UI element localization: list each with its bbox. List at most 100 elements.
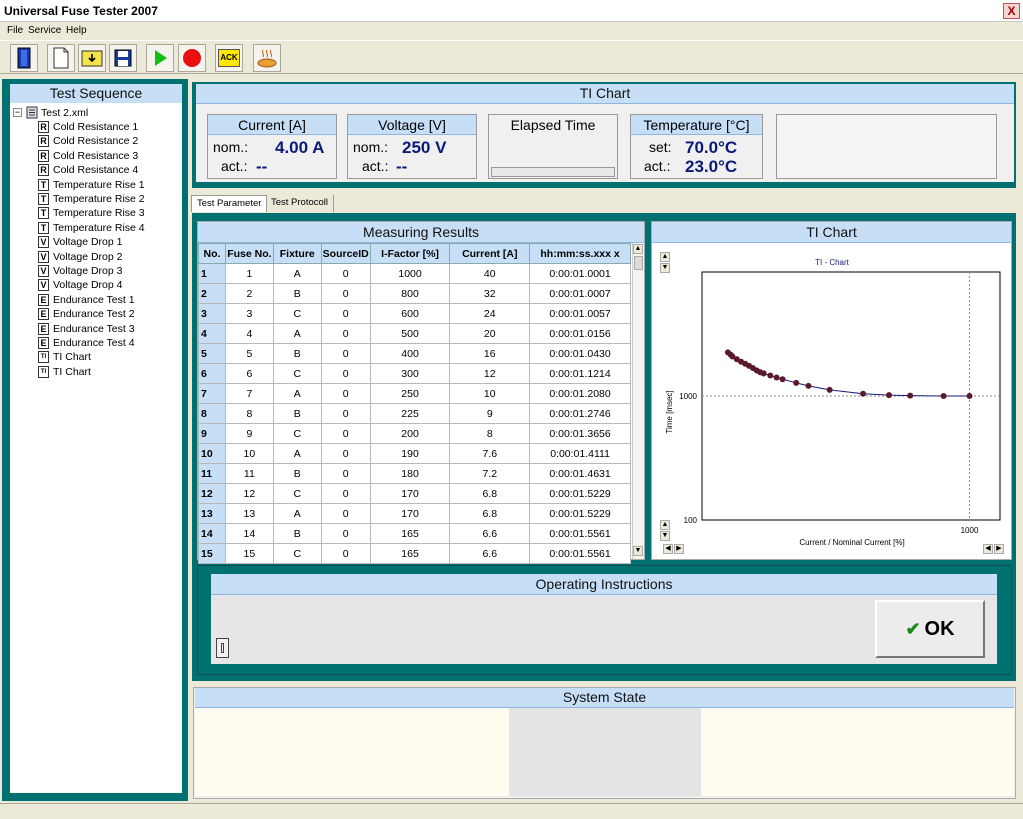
- stop-button[interactable]: [178, 44, 206, 72]
- column-header[interactable]: SourceID: [320, 243, 371, 264]
- chart-x2-right-icon[interactable]: ▶: [994, 544, 1004, 554]
- table-row[interactable]: 13 13 A 0 170 6.8 0:00:01.5229: [198, 503, 631, 524]
- table-cell: 10: [198, 443, 226, 464]
- table-cell: 165: [369, 523, 451, 544]
- table-row[interactable]: 10 10 A 0 190 7.6 0:00:01.4111: [198, 443, 631, 464]
- system-state-title: System State: [195, 688, 1014, 708]
- xml-file-icon: [26, 106, 38, 119]
- scroll-thumb[interactable]: [634, 256, 643, 270]
- plot-area: [701, 271, 1001, 521]
- sidebar-item[interactable]: E Endurance Test 2: [38, 307, 135, 321]
- sidebar-item[interactable]: R Cold Resistance 3: [38, 149, 138, 163]
- chart-x-right-icon[interactable]: ▶: [674, 544, 684, 554]
- column-header[interactable]: I-Factor [%]: [369, 243, 451, 264]
- column-header[interactable]: hh:mm:ss.xxx x: [529, 243, 631, 264]
- table-row[interactable]: 12 12 C 0 170 6.8 0:00:01.5229: [198, 483, 631, 504]
- sidebar-item[interactable]: T Temperature Rise 4: [38, 221, 145, 235]
- tab-test-protocoll[interactable]: Test Protocoll: [266, 195, 335, 212]
- column-header[interactable]: Fixture: [272, 243, 322, 264]
- sidebar-item[interactable]: R Cold Resistance 1: [38, 120, 138, 134]
- chart-x2-left-icon[interactable]: ◀: [983, 544, 993, 554]
- chart-y-up-icon[interactable]: ▲: [660, 252, 670, 262]
- sidebar-item[interactable]: E Endurance Test 4: [38, 336, 135, 350]
- results-table[interactable]: No. Fuse No. Fixture SourceID I-Factor [%] Cu…: [198, 243, 631, 564]
- close-button[interactable]: X: [1003, 3, 1020, 19]
- table-cell: 9: [449, 403, 531, 424]
- sidebar-item[interactable]: TI TI Chart: [38, 365, 91, 379]
- table-row[interactable]: 1 1 A 0 1000 40 0:00:01.0001: [198, 263, 631, 284]
- chart-y2-down-icon[interactable]: ▼: [660, 531, 670, 541]
- table-cell: 10: [224, 443, 274, 464]
- data-point: [757, 369, 764, 376]
- table-cell: 6.8: [449, 483, 531, 504]
- sidebar-item[interactable]: T Temperature Rise 1: [38, 178, 145, 192]
- scroll-up-icon[interactable]: ▲: [633, 244, 643, 254]
- start-button[interactable]: [146, 44, 174, 72]
- sidebar-item[interactable]: E Endurance Test 1: [38, 293, 135, 307]
- save-button[interactable]: [109, 44, 137, 72]
- test-type-icon: T: [38, 221, 49, 234]
- table-row[interactable]: 4 4 A 0 500 20 0:00:01.0156: [198, 323, 631, 344]
- sidebar-item-label: Voltage Drop 4: [53, 279, 123, 292]
- table-cell: 13: [224, 503, 274, 524]
- table-cell: 7: [224, 383, 274, 404]
- table-row[interactable]: 9 9 C 0 200 8 0:00:01.3656: [198, 423, 631, 444]
- table-cell: A: [272, 503, 322, 524]
- table-row[interactable]: 2 2 B 0 800 32 0:00:01.0007: [198, 283, 631, 304]
- chart-panel-title: TI Chart: [652, 222, 1011, 243]
- sidebar-item[interactable]: R Cold Resistance 4: [38, 163, 138, 177]
- sidebar-item[interactable]: V Voltage Drop 2: [38, 250, 122, 264]
- sidebar-item[interactable]: T Temperature Rise 3: [38, 206, 145, 220]
- sidebar-item[interactable]: TI TI Chart: [38, 350, 91, 364]
- table-row[interactable]: 14 14 B 0 165 6.6 0:00:01.5561: [198, 523, 631, 544]
- test-type-icon: E: [38, 293, 49, 306]
- column-header[interactable]: No.: [198, 243, 226, 264]
- table-cell: 0: [320, 283, 371, 304]
- menu-file[interactable]: File: [7, 25, 23, 36]
- sidebar-item[interactable]: V Voltage Drop 4: [38, 278, 122, 292]
- data-point: [742, 360, 749, 367]
- temp-set-value: 70.0°C: [685, 138, 738, 157]
- chart-y2-up-icon[interactable]: ▲: [660, 520, 670, 530]
- open-file-button[interactable]: [78, 44, 106, 72]
- column-header[interactable]: Fuse No.: [224, 243, 274, 264]
- ack-icon: ACK: [218, 49, 240, 67]
- data-point: [760, 370, 767, 377]
- table-row[interactable]: 6 6 C 0 300 12 0:00:01.1214: [198, 363, 631, 384]
- results-scrollbar[interactable]: ▲ ▼: [632, 243, 644, 559]
- table-row[interactable]: 7 7 A 0 250 10 0:00:01.2080: [198, 383, 631, 404]
- table-row[interactable]: 3 3 C 0 600 24 0:00:01.0057: [198, 303, 631, 324]
- tab-test-parameter[interactable]: Test Parameter: [191, 195, 268, 212]
- tree-root[interactable]: Test 2.xml: [26, 106, 88, 119]
- chart-y-down-icon[interactable]: ▼: [660, 263, 670, 273]
- table-row[interactable]: 8 8 B 0 225 9 0:00:01.2746: [198, 403, 631, 424]
- tree-collapse-icon[interactable]: −: [13, 108, 22, 117]
- chart-x-left-icon[interactable]: ◀: [663, 544, 673, 554]
- menu-service[interactable]: Service: [28, 25, 61, 36]
- exit-button[interactable]: [10, 44, 38, 72]
- scroll-down-icon[interactable]: ▼: [633, 546, 643, 556]
- menu-help[interactable]: Help: [66, 25, 87, 36]
- sidebar-item[interactable]: E Endurance Test 3: [38, 322, 135, 336]
- table-row[interactable]: 5 5 B 0 400 16 0:00:01.0430: [198, 343, 631, 364]
- table-row[interactable]: 15 15 C 0 165 6.6 0:00:01.5561: [198, 543, 631, 564]
- play-icon: [155, 50, 167, 66]
- sidebar-item[interactable]: V Voltage Drop 3: [38, 264, 122, 278]
- table-cell: 9: [198, 423, 226, 444]
- data-point: [773, 374, 780, 381]
- instructions-info-icon[interactable]: [216, 638, 229, 658]
- new-file-button[interactable]: [47, 44, 75, 72]
- table-cell: 2: [224, 283, 274, 304]
- heater-button[interactable]: [253, 44, 281, 72]
- table-row[interactable]: 11 11 B 0 180 7.2 0:00:01.4631: [198, 463, 631, 484]
- current-nom-value: 4.00 A: [275, 138, 325, 157]
- sidebar-item[interactable]: R Cold Resistance 2: [38, 134, 138, 148]
- test-type-icon: V: [38, 250, 49, 263]
- sidebar-item[interactable]: V Voltage Drop 1: [38, 235, 122, 249]
- sidebar-item[interactable]: T Temperature Rise 2: [38, 192, 145, 206]
- sequence-tree[interactable]: − Test 2.xml R Cold Resistance 1 R Cold Res…: [10, 103, 182, 793]
- acknowledge-button[interactable]: ACK: [215, 44, 243, 72]
- column-header[interactable]: Current [A]: [449, 243, 531, 264]
- table-cell: 300: [369, 363, 451, 384]
- ok-button[interactable]: ✔ OK: [875, 600, 985, 658]
